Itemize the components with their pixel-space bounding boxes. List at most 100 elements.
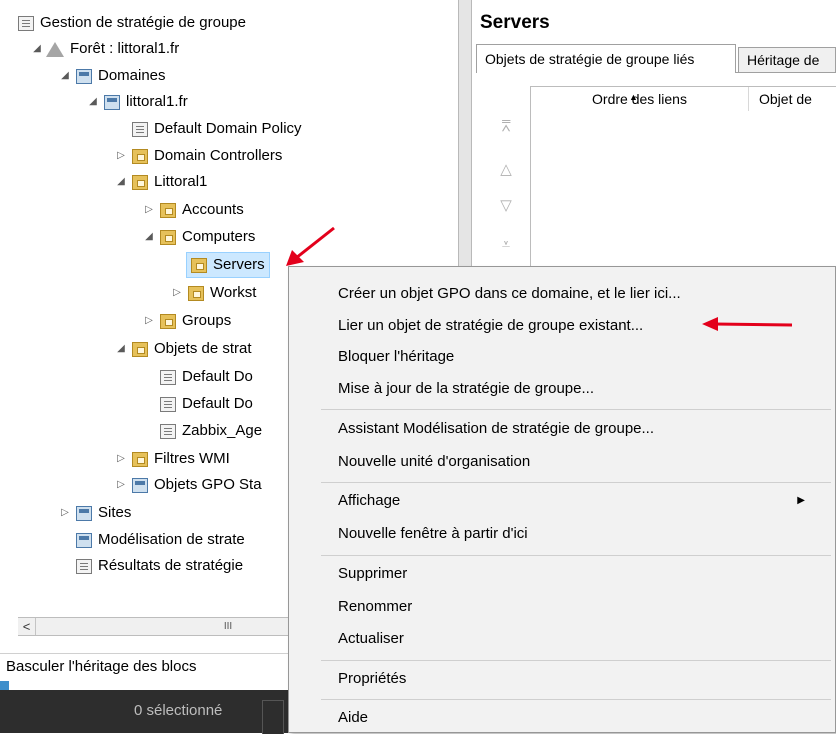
domain-icon	[104, 94, 120, 110]
menu-item-refresh[interactable]: Actualiser	[289, 624, 835, 654]
collapse-toggle-icon[interactable]: ◢	[86, 89, 100, 115]
tab-strip: Objets de stratégie de groupe liés Hérit…	[476, 44, 836, 73]
move-to-bottom-icon[interactable]: ⩡	[494, 236, 518, 253]
expand-toggle-icon[interactable]: ▷	[142, 197, 156, 223]
tree-item-label: Objets GPO Sta	[154, 476, 262, 493]
tab-inheritance[interactable]: Héritage de	[738, 47, 836, 72]
tree-item-default-domain-policy[interactable]: Default Domain Policy	[128, 116, 302, 142]
collapse-toggle-icon[interactable]: ◢	[58, 63, 72, 89]
tree-item-label: Domaines	[98, 67, 166, 84]
expand-toggle-icon[interactable]: ▷	[142, 308, 156, 334]
tree-item-computers[interactable]: ◢ Computers	[142, 224, 255, 250]
column-header-link-order[interactable]: ▲ Ordre des liens	[531, 87, 749, 111]
submenu-arrow-icon: ▶	[797, 495, 805, 506]
annotation-arrow-icon	[702, 317, 793, 331]
wmi-filter-icon	[132, 451, 148, 467]
expand-toggle-icon[interactable]: ▷	[114, 472, 128, 498]
ou-folder-icon	[132, 174, 148, 190]
annotation-arrow-icon	[286, 226, 335, 266]
tree-item-domains[interactable]: ◢ Domaines	[58, 63, 166, 89]
tree-item-label: Forêt : littoral1.fr	[70, 40, 180, 57]
ou-folder-icon	[191, 257, 207, 273]
move-up-icon[interactable]: △	[494, 160, 518, 178]
column-header-gpo[interactable]: Objet de	[749, 87, 836, 111]
tree-item-gpmc-root[interactable]: Gestion de stratégie de groupe	[14, 10, 246, 36]
ou-folder-icon	[132, 148, 148, 164]
expand-toggle-icon[interactable]: ▷	[114, 143, 128, 169]
ou-folder-icon	[160, 313, 176, 329]
tree-item-servers-selected[interactable]: Servers	[186, 252, 270, 278]
menu-item-gp-update[interactable]: Mise à jour de la stratégie de groupe...	[289, 374, 835, 404]
tree-item-label: Servers	[213, 256, 265, 273]
tree-item-gpo-container[interactable]: ◢ Objets de strat	[114, 336, 252, 362]
tree-item-gp-results[interactable]: Résultats de stratégie	[72, 553, 243, 579]
move-down-icon[interactable]: ▽	[494, 196, 518, 214]
tab-linked-gpos[interactable]: Objets de stratégie de groupe liés	[476, 44, 736, 73]
tree-item-starter-gpos[interactable]: ▷ Objets GPO Sta	[114, 472, 262, 498]
tree-item-label: Objets de strat	[154, 340, 252, 357]
tree-item-label: Domain Controllers	[154, 147, 283, 164]
collapse-toggle-icon[interactable]: ◢	[142, 224, 156, 250]
tree-item-workstations[interactable]: ▷ Workst	[170, 280, 256, 306]
menu-item-block-inheritance[interactable]: Bloquer l'héritage	[289, 342, 835, 372]
tree-item-label: Accounts	[182, 201, 244, 218]
menu-separator	[321, 482, 831, 483]
tree-item-label: littoral1.fr	[126, 93, 188, 110]
expand-toggle-icon[interactable]: ▷	[170, 280, 184, 306]
gpo-container-icon	[132, 341, 148, 357]
collapse-toggle-icon[interactable]: ◢	[30, 36, 44, 62]
collapse-toggle-icon[interactable]: ◢	[114, 336, 128, 362]
gpo-icon	[160, 396, 176, 412]
menu-item-help[interactable]: Aide	[289, 703, 835, 733]
tree-item-label: Workst	[210, 284, 257, 301]
tree-item-littoral1-ou[interactable]: ◢ Littoral1	[114, 169, 207, 195]
tree-item-gpo-zabbix[interactable]: Zabbix_Age	[156, 418, 262, 444]
tree-item-label: Résultats de stratégie	[98, 557, 244, 574]
tree-item-forest[interactable]: ◢ Forêt : littoral1.fr	[30, 36, 179, 62]
menu-separator	[321, 409, 831, 410]
tree-item-groups[interactable]: ▷ Groups	[142, 308, 231, 334]
menu-item-properties[interactable]: Propriétés	[289, 664, 835, 694]
ou-folder-icon	[188, 285, 204, 301]
tree-item-label: Default Do	[182, 395, 253, 412]
menu-item-new-ou[interactable]: Nouvelle unité d'organisation	[289, 447, 835, 477]
gpo-icon	[160, 369, 176, 385]
tree-item-wmi-filters[interactable]: ▷ Filtres WMI	[114, 446, 230, 472]
starter-gpo-icon	[132, 477, 148, 493]
menu-item-label: Affichage	[338, 492, 401, 509]
tree-item-label: Groups	[182, 312, 232, 329]
tree-item-gp-modeling[interactable]: Modélisation de strate	[72, 527, 245, 553]
ou-folder-icon	[160, 229, 176, 245]
collapse-toggle-icon[interactable]: ◢	[114, 169, 128, 195]
menu-item-gp-modeling-wizard[interactable]: Assistant Modélisation de stratégie de g…	[289, 414, 835, 444]
context-menu: Créer un objet GPO dans ce domaine, et l…	[288, 266, 836, 733]
scroll-left-button[interactable]: <	[18, 618, 36, 635]
forest-icon	[46, 41, 64, 57]
tree-item-domain-littoral1[interactable]: ◢ littoral1.fr	[86, 89, 188, 115]
tree-item-label: Gestion de stratégie de groupe	[40, 14, 246, 31]
pane-title: Servers	[480, 12, 550, 33]
results-icon	[76, 558, 92, 574]
menu-item-new-window[interactable]: Nouvelle fenêtre à partir d'ici	[289, 519, 835, 549]
scroll-thumb-grip-icon[interactable]: III	[218, 618, 238, 635]
tree-item-gpo-default-1[interactable]: Default Do	[156, 364, 253, 390]
domains-icon	[76, 68, 92, 84]
move-to-top-icon[interactable]: ⩞	[494, 118, 518, 135]
tree-item-gpo-default-2[interactable]: Default Do	[156, 391, 253, 417]
tree-item-label: Computers	[182, 228, 256, 245]
menu-item-create-gpo-link[interactable]: Créer un objet GPO dans ce domaine, et l…	[289, 279, 835, 309]
ou-folder-icon	[160, 202, 176, 218]
expand-toggle-icon[interactable]: ▷	[114, 446, 128, 472]
tree-item-accounts[interactable]: ▷ Accounts	[142, 197, 244, 223]
menu-item-view[interactable]: Affichage ▶	[289, 486, 835, 516]
menu-item-rename[interactable]: Renommer	[289, 592, 835, 622]
expand-toggle-icon[interactable]: ▷	[58, 500, 72, 526]
menu-separator	[321, 660, 831, 661]
taskbar-button[interactable]	[262, 700, 284, 734]
tree-item-sites[interactable]: ▷ Sites	[58, 500, 131, 526]
tree-item-domain-controllers[interactable]: ▷ Domain Controllers	[114, 143, 282, 169]
sites-icon	[76, 505, 92, 521]
menu-item-delete[interactable]: Supprimer	[289, 559, 835, 589]
menu-separator	[321, 699, 831, 700]
tree-item-label: Littoral1	[154, 173, 208, 190]
